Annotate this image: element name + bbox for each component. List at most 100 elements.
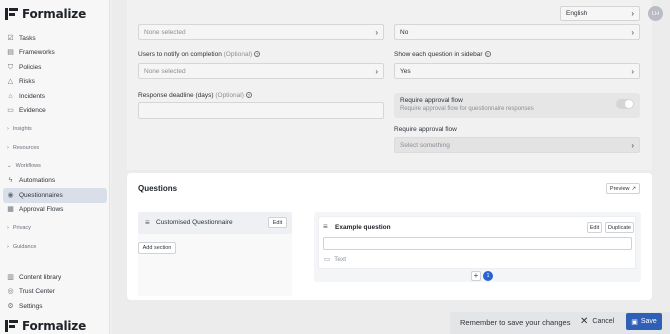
sidebar-group-workflows[interactable]: ⌄ Workflows	[3, 159, 107, 174]
sidebar-item-risks[interactable]: △ Risks	[3, 75, 107, 90]
document-icon: ▭	[7, 107, 14, 115]
sidebar-item-label: Incidents	[19, 92, 46, 100]
language-value: English	[566, 10, 588, 17]
preview-button[interactable]: Preview ↗	[606, 183, 640, 194]
language-select[interactable]: English ›	[560, 6, 640, 21]
questionnaire-icon: ◉	[7, 191, 14, 199]
sidebar-item-tasks[interactable]: ☑ Tasks	[3, 31, 107, 46]
sidebar-group-insights[interactable]: › Insights	[3, 122, 107, 137]
approval-icon: ▦	[7, 206, 14, 214]
question-card[interactable]: ≡ Example question Edit Duplicate ▭ Text	[318, 216, 636, 269]
sidebar-item-label: Frameworks	[19, 49, 55, 57]
sidebar-item-automations[interactable]: ϟ Automations	[3, 174, 107, 189]
sidebar-group-label: Workflows	[15, 163, 41, 170]
save-label: Save	[640, 318, 657, 325]
sidebar-item-approval-flows[interactable]: ▦ Approval Flows	[3, 203, 107, 218]
logo-text: Formalize	[22, 319, 87, 333]
sidebar-nav: ☑ Tasks ▤ Frameworks ⛉ Policies △ Risks ⌂ Inc…	[3, 31, 107, 314]
save-message: Remember to save your changes	[460, 318, 571, 327]
shield-icon: ⛉	[7, 63, 14, 71]
approval-flow-select[interactable]: Select something ›	[394, 137, 640, 153]
questionnaire-card[interactable]: ≡ Customised Questionnaire Edit	[138, 212, 292, 234]
approval-description: Require approval flow for questionnaire …	[400, 106, 534, 112]
chevron-right-icon: ›	[631, 66, 634, 76]
sidebar-item-label: Approval Flows	[19, 206, 64, 214]
sidebar-item-label: Risks	[19, 78, 35, 86]
library-icon: ▥	[7, 273, 14, 281]
list-icon: ≡	[323, 222, 328, 231]
sidebar-item-label: Tasks	[19, 34, 36, 42]
sidebar-item-policies[interactable]: ⛉ Policies	[3, 60, 107, 75]
questions-modal: Questions Preview ↗ ≡ Customised Questio…	[127, 173, 652, 300]
sidebar-group-guidance[interactable]: › Guidance	[3, 240, 107, 255]
sidebar-item-label: Policies	[19, 63, 42, 71]
sidebar-question-label: Show each question in sidebar?	[394, 51, 491, 58]
question-count-badge: 1	[483, 271, 493, 281]
sidebar-item-trust-center[interactable]: ◎ Trust Center	[3, 285, 107, 300]
edit-question-button[interactable]: Edit	[587, 222, 602, 233]
save-button[interactable]: ▣ Save	[626, 313, 662, 330]
approval-flow-label: Require approval flow	[394, 126, 457, 133]
chevron-right-icon: ›	[7, 225, 9, 232]
sidebar-group-privacy[interactable]: › Privacy	[3, 221, 107, 236]
top-right-select[interactable]: No ›	[394, 24, 640, 40]
select-placeholder: Select something	[400, 141, 450, 149]
logo[interactable]: Formalize	[5, 7, 86, 21]
sidebar-group-resources[interactable]: › Resources	[3, 141, 107, 156]
lightning-icon: ϟ	[8, 177, 13, 185]
chevron-right-icon: ›	[375, 66, 378, 76]
questionnaire-name: Customised Questionnaire	[156, 219, 233, 226]
sections-panel: ≡ Customised Questionnaire Edit Add sect…	[138, 212, 292, 296]
notify-label: Users to notify on completion (Optional)…	[138, 51, 261, 58]
chevron-right-icon: ›	[7, 144, 9, 151]
sidebar-item-frameworks[interactable]: ▤ Frameworks	[3, 46, 107, 61]
save-icon: ▣	[631, 318, 638, 326]
sidebar-item-label: Questionnaires	[19, 191, 63, 199]
question-title: Example question	[335, 224, 391, 231]
notify-select[interactable]: None selected ›	[138, 63, 384, 79]
chevron-right-icon: ›	[631, 9, 634, 18]
sidebar-item-questionnaires[interactable]: ◉ Questionnaires	[3, 188, 107, 203]
sidebar-group-label: Guidance	[12, 243, 37, 250]
external-link-icon: ↗	[631, 185, 637, 192]
approval-toggle[interactable]	[616, 99, 634, 109]
sidebar-item-incidents[interactable]: ⌂ Incidents	[3, 89, 107, 104]
select-value: None selected	[144, 67, 186, 75]
chevron-right-icon: ›	[7, 243, 9, 250]
cancel-button[interactable]: ✕ Cancel	[580, 316, 614, 327]
deadline-input[interactable]	[138, 102, 384, 119]
sidebar-item-label: Evidence	[19, 107, 46, 115]
chevron-right-icon: ›	[375, 27, 378, 37]
select-value: No	[400, 28, 409, 36]
add-section-button[interactable]: Add section	[138, 242, 176, 254]
sidebar-group-label: Resources	[12, 144, 40, 151]
edit-questionnaire-button[interactable]: Edit	[268, 217, 287, 228]
help-icon: ?	[254, 51, 261, 58]
sidebar-item-settings[interactable]: ⚙ Settings	[3, 299, 107, 314]
sidebar-group-label: Insights	[12, 126, 32, 133]
answer-preview-input[interactable]	[323, 237, 632, 250]
sidebar-item-label: Settings	[19, 302, 43, 310]
approval-title: Require approval flow	[400, 97, 463, 104]
avatar[interactable]: LH	[648, 6, 663, 21]
logo-mark-icon	[5, 8, 18, 20]
sidebar-question-select[interactable]: Yes ›	[394, 63, 640, 79]
sidebar-item-label: Content library	[19, 273, 62, 281]
add-question-button[interactable]: +	[471, 271, 481, 281]
chevron-right-icon: ›	[631, 27, 634, 37]
duplicate-question-button[interactable]: Duplicate	[605, 222, 634, 233]
select-value: None selected	[144, 28, 186, 36]
plus-icon: +	[473, 271, 479, 280]
sidebar-item-label: Automations	[19, 177, 56, 185]
answer-type-label: Text	[334, 255, 347, 263]
help-icon: ?	[245, 92, 252, 99]
approval-toggle-card: Require approval flow Require approval f…	[394, 93, 640, 118]
frameworks-icon: ▤	[7, 49, 14, 57]
warning-icon: △	[7, 78, 14, 86]
top-left-select[interactable]: None selected ›	[138, 24, 384, 40]
sidebar-item-content-library[interactable]: ▥ Content library	[3, 270, 107, 285]
list-icon: ≡	[145, 218, 150, 227]
select-value: Yes	[400, 67, 411, 75]
sidebar-item-evidence[interactable]: ▭ Evidence	[3, 104, 107, 119]
gear-icon: ⚙	[7, 302, 14, 310]
